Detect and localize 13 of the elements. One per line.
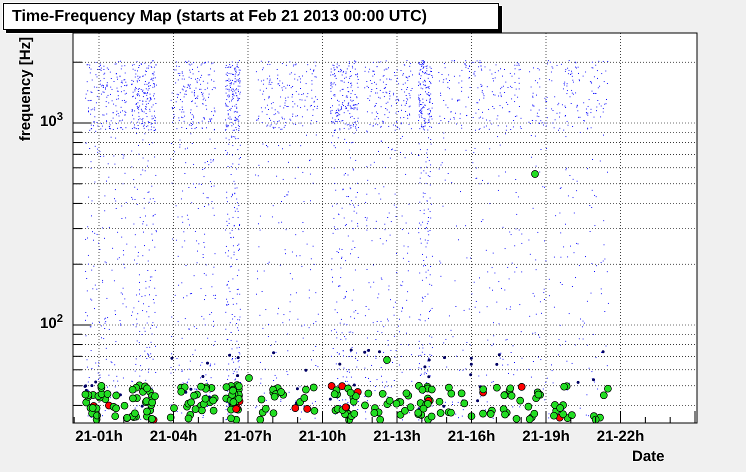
x-tick-label: 21-19h (521, 428, 571, 446)
x-tick-label: 21-07h (223, 428, 273, 446)
x-tick-label: 21-16h (446, 428, 496, 446)
chart-title: Time-Frequency Map (starts at Feb 21 2013 00:00 UTC) (3, 3, 499, 30)
y-axis-label: frequency [Hz] (17, 36, 36, 142)
x-tick-label: 21-10h (298, 428, 348, 446)
x-axis-label: Date (632, 448, 665, 466)
y-tick-label: 10$^{3}$ (40, 113, 63, 131)
x-tick-label: 21-04h (148, 428, 198, 446)
x-tick-label: 21-01h (74, 428, 124, 446)
x-tick-label: 21-22h (596, 428, 646, 446)
y-tick-label: 10$^{2}$ (40, 315, 63, 333)
x-tick-label: 21-13h (372, 428, 422, 446)
